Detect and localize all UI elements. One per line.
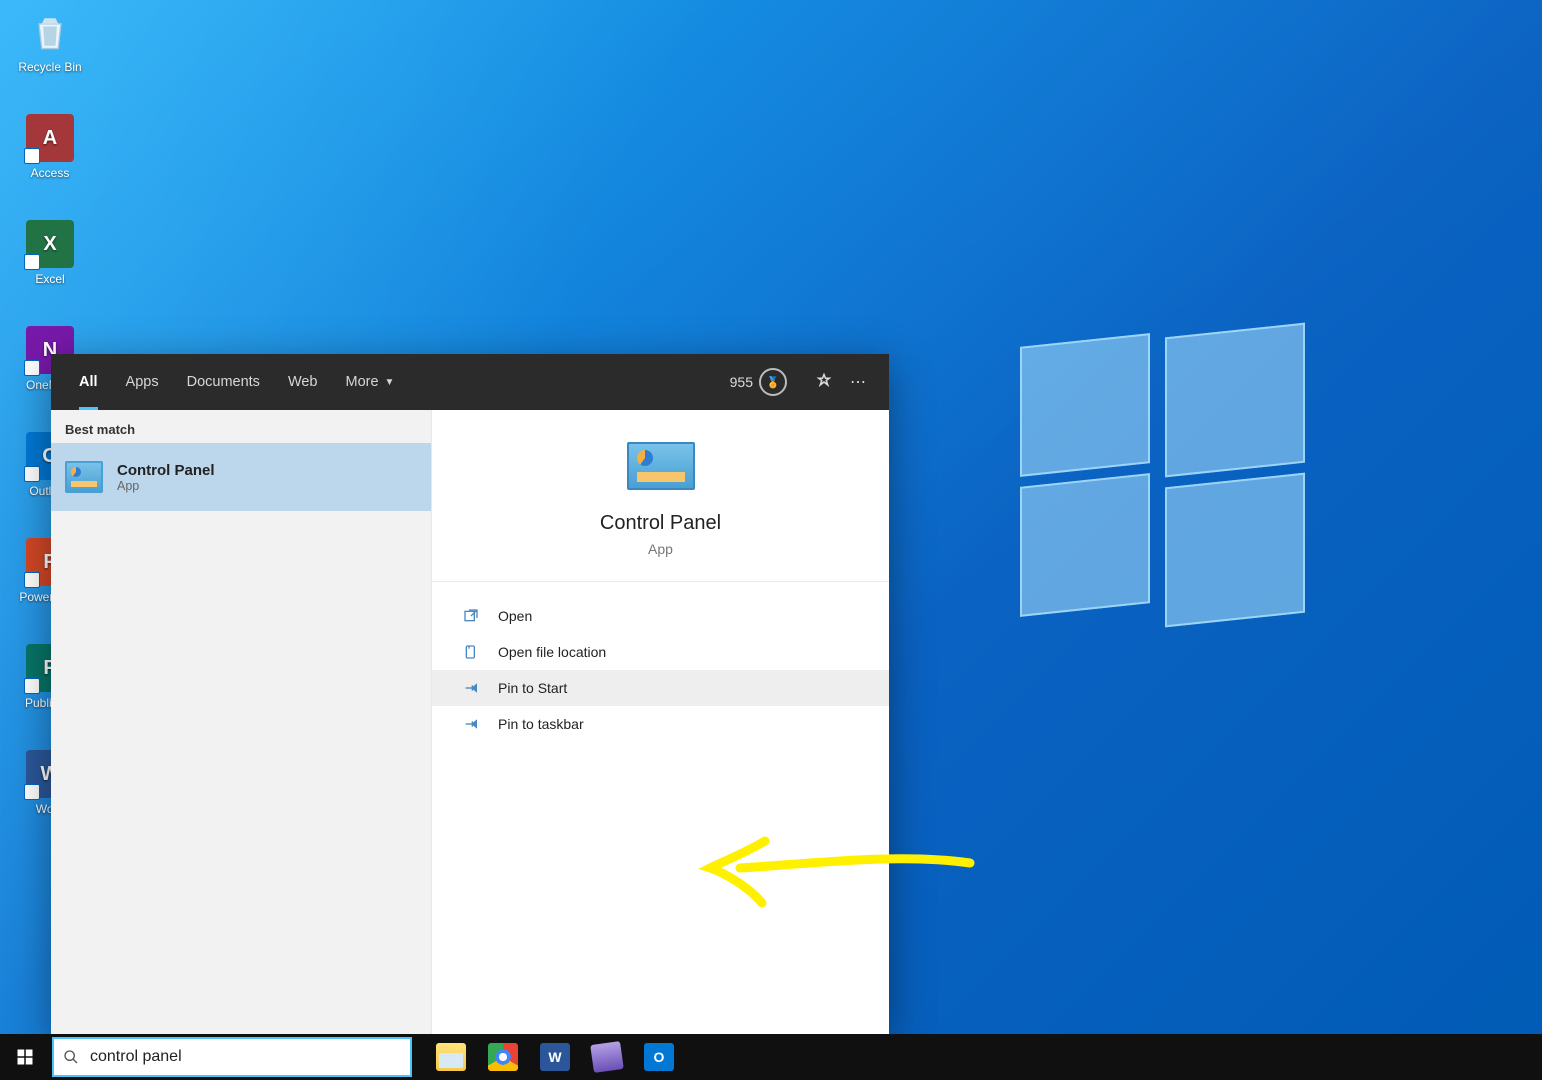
rewards-points[interactable]: 955 🏅 [730,368,787,396]
taskbar-app-file-explorer[interactable] [426,1034,476,1080]
action-open-file-location-label: Open file location [498,644,606,660]
control-panel-icon-large [627,442,695,490]
chevron-down-icon: ▼ [385,377,395,388]
rewards-points-value: 955 [730,374,753,390]
folder-icon [462,644,480,660]
pin-icon [462,680,480,696]
action-pin-to-start[interactable]: Pin to Start [432,670,889,706]
search-input[interactable] [88,1047,410,1067]
tab-documents[interactable]: Documents [173,354,274,410]
medal-icon: 🏅 [759,368,787,396]
open-icon [462,608,480,624]
best-match-label: Best match [51,410,431,443]
outlook-icon: O [644,1043,674,1071]
access-icon: A [26,114,74,162]
search-panel-body: Best match Control Panel App Control Pan… [51,410,889,1034]
taskbar-apps: WO [426,1034,684,1080]
desktop-icon-label: Access [31,166,70,180]
control-panel-icon [65,461,103,493]
result-title: Control Panel [117,462,215,479]
recycle-bin-icon [26,8,74,56]
taskbar-app-outlook[interactable]: O [634,1034,684,1080]
result-control-panel[interactable]: Control Panel App [51,443,431,511]
action-pin-to-start-label: Pin to Start [498,680,567,696]
preview-header: Control Panel App [432,410,889,582]
tab-more-label: More [346,374,379,390]
file-explorer-icon [436,1043,466,1071]
tab-web[interactable]: Web [274,354,332,410]
preview-subtitle: App [648,541,673,557]
tab-all[interactable]: All [65,354,112,410]
action-open-file-location[interactable]: Open file location [432,634,889,670]
taskbar-search[interactable] [52,1037,412,1077]
word-icon: W [540,1043,570,1071]
windows-logo [1020,330,1310,620]
search-results-list: Best match Control Panel App [51,410,432,1034]
action-open[interactable]: Open [432,598,889,634]
desktop-icon-access[interactable]: A Access [10,114,90,212]
desktop-icon-label: Recycle Bin [18,60,81,74]
tab-more[interactable]: More ▼ [332,354,409,410]
result-subtitle: App [117,479,215,493]
ellipsis-icon[interactable]: ⋯ [841,365,875,399]
action-pin-to-taskbar[interactable]: Pin to taskbar [432,706,889,742]
search-preview-pane: Control Panel App Open Open file locatio… [432,410,889,1034]
sticky-notes-icon [590,1041,624,1073]
search-panel-header: All Apps Documents Web More ▼ 955 🏅 ⋯ [51,354,889,410]
search-panel: All Apps Documents Web More ▼ 955 🏅 ⋯ Be… [51,354,889,1034]
taskbar-app-chrome[interactable] [478,1034,528,1080]
chrome-icon [488,1043,518,1071]
preview-actions: Open Open file location Pin to Start [432,582,889,758]
start-button[interactable] [0,1034,50,1080]
action-open-label: Open [498,608,532,624]
action-pin-to-taskbar-label: Pin to taskbar [498,716,584,732]
feedback-icon[interactable] [807,365,841,399]
desktop-icon-label: Excel [35,272,64,286]
preview-title: Control Panel [600,512,721,535]
taskbar: WO [0,1034,1542,1080]
desktop-icon-recycle-bin[interactable]: Recycle Bin [10,8,90,106]
search-icon [54,1049,88,1065]
taskbar-app-word[interactable]: W [530,1034,580,1080]
desktop-icon-excel[interactable]: X Excel [10,220,90,318]
taskbar-app-sticky-notes[interactable] [582,1034,632,1080]
excel-icon: X [26,220,74,268]
pin-taskbar-icon [462,716,480,732]
tab-apps[interactable]: Apps [112,354,173,410]
